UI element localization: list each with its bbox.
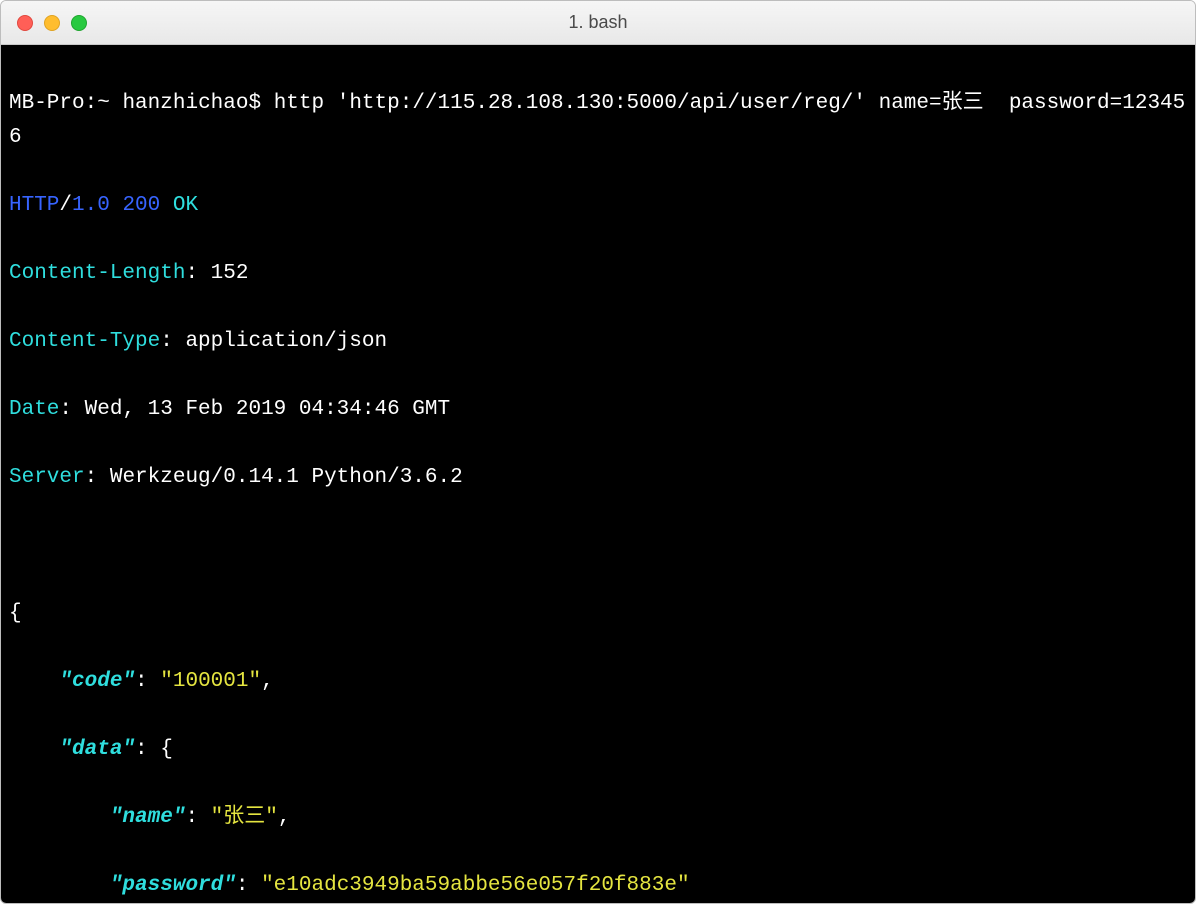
json-value: "e10adc3949ba59abbe56e057f20f883e" bbox=[261, 874, 689, 897]
header-value: Werkzeug/0.14.1 Python/3.6.2 bbox=[110, 466, 463, 489]
header-date: Date: Wed, 13 Feb 2019 04:34:46 GMT bbox=[9, 393, 1187, 427]
json-data-open: "data": { bbox=[9, 733, 1187, 767]
close-icon[interactable] bbox=[17, 15, 33, 31]
header-value: 152 bbox=[211, 262, 249, 285]
prompt-host: MB-Pro bbox=[9, 92, 85, 115]
header-content-length: Content-Length: 152 bbox=[9, 257, 1187, 291]
prompt-user: hanzhichao bbox=[122, 92, 248, 115]
http-code: 200 bbox=[122, 194, 160, 217]
prompt-path: ~ bbox=[97, 92, 110, 115]
traffic-lights bbox=[1, 15, 87, 31]
json-open: { bbox=[9, 597, 1187, 631]
maximize-icon[interactable] bbox=[71, 15, 87, 31]
command-line: MB-Pro:~ hanzhichao$ http 'http://115.28… bbox=[9, 87, 1187, 155]
window-title: 1. bash bbox=[1, 12, 1195, 33]
http-proto: HTTP bbox=[9, 194, 59, 217]
http-reason: OK bbox=[173, 194, 198, 217]
json-value: "张三" bbox=[211, 806, 278, 829]
header-content-type: Content-Type: application/json bbox=[9, 325, 1187, 359]
header-key: Date bbox=[9, 398, 59, 421]
terminal-window: 1. bash MB-Pro:~ hanzhichao$ http 'http:… bbox=[0, 0, 1196, 904]
json-key: "data" bbox=[59, 738, 135, 761]
header-key: Content-Length bbox=[9, 262, 185, 285]
header-key: Content-Type bbox=[9, 330, 160, 353]
minimize-icon[interactable] bbox=[44, 15, 60, 31]
json-password: "password": "e10adc3949ba59abbe56e057f20… bbox=[9, 869, 1187, 903]
status-line: HTTP/1.0 200 OK bbox=[9, 189, 1187, 223]
titlebar[interactable]: 1. bash bbox=[1, 1, 1195, 45]
header-server: Server: Werkzeug/0.14.1 Python/3.6.2 bbox=[9, 461, 1187, 495]
header-value: Wed, 13 Feb 2019 04:34:46 GMT bbox=[85, 398, 450, 421]
json-key: "password" bbox=[110, 874, 236, 897]
header-key: Server bbox=[9, 466, 85, 489]
prompt-symbol: $ bbox=[248, 92, 261, 115]
blank-line bbox=[9, 529, 1187, 563]
http-version: 1.0 bbox=[72, 194, 110, 217]
json-name: "name": "张三", bbox=[9, 801, 1187, 835]
header-value: application/json bbox=[185, 330, 387, 353]
json-code: "code": "100001", bbox=[9, 665, 1187, 699]
json-value: "100001" bbox=[160, 670, 261, 693]
json-key: "code" bbox=[59, 670, 135, 693]
json-key: "name" bbox=[110, 806, 186, 829]
terminal-content[interactable]: MB-Pro:~ hanzhichao$ http 'http://115.28… bbox=[1, 45, 1195, 903]
